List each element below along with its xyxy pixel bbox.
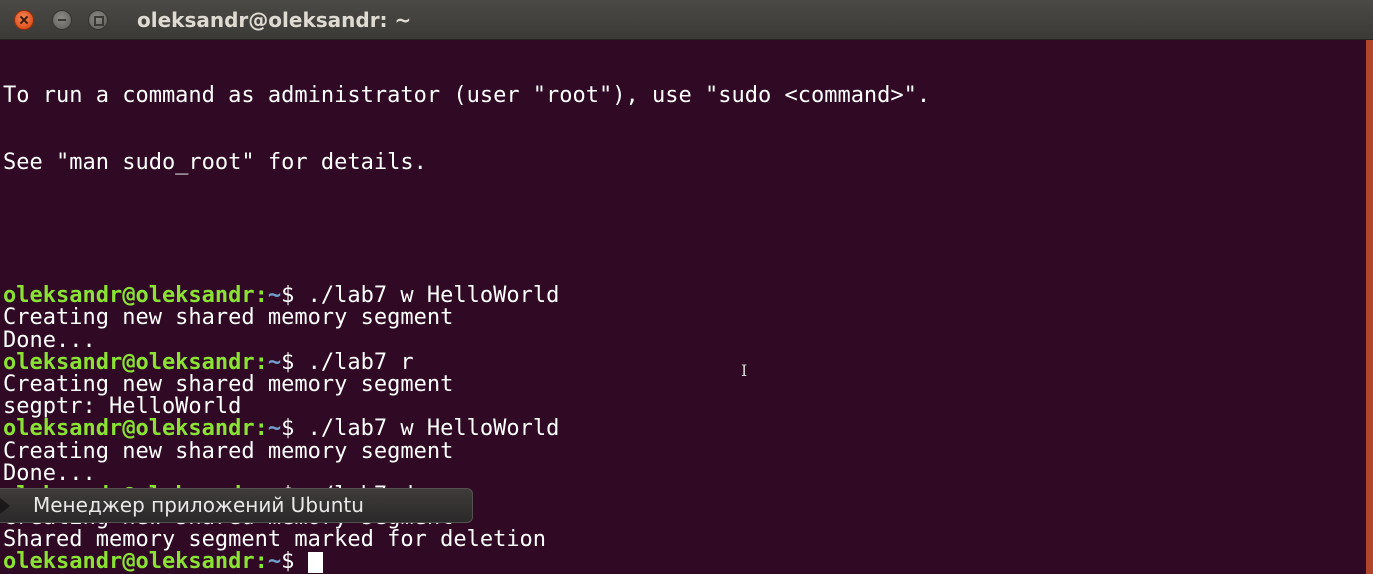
intro-line: To run a command as administrator (user …	[3, 83, 931, 109]
command-text: ./lab7 w HelloWorld	[307, 416, 560, 442]
close-icon[interactable]	[14, 10, 34, 30]
prompt-separator: :	[254, 416, 268, 442]
prompt-line: oleksandr@oleksandr:~$ ./lab7 r	[3, 349, 930, 375]
prompt-user: oleksandr@oleksandr	[3, 549, 255, 574]
prompt-symbol: $	[281, 549, 308, 574]
prompt-user: oleksandr@oleksandr	[3, 416, 255, 442]
output-line: Creating new shared memory segment	[3, 371, 454, 397]
text-cursor	[307, 552, 323, 574]
window-title: oleksandr@oleksandr: ~	[137, 8, 412, 32]
prompt-separator: :	[254, 349, 268, 375]
prompt-symbol: $	[281, 416, 308, 442]
maximize-icon[interactable]	[88, 10, 108, 30]
output-line: Done...	[3, 327, 96, 353]
prompt-path: ~	[267, 349, 282, 375]
command-text: ./lab7 r	[307, 349, 414, 375]
minimize-icon[interactable]	[52, 10, 72, 30]
window-edge	[1366, 40, 1373, 574]
prompt-path: ~	[267, 549, 282, 574]
prompt-user: oleksandr@oleksandr	[3, 349, 255, 375]
intro-line: See "man sudo_root" for details.	[3, 150, 427, 175]
terminal-window: oleksandr@oleksandr: ~ To run a command …	[0, 0, 1373, 574]
output-line: Shared memory segment marked for deletio…	[3, 527, 547, 553]
prompt-separator: :	[254, 549, 268, 574]
title-bar[interactable]: oleksandr@oleksandr: ~	[0, 0, 1373, 40]
output-line: segptr: HelloWorld	[3, 394, 242, 420]
launcher-tooltip: Менеджер приложений Ubuntu	[0, 488, 473, 523]
output-line: Creating new shared memory segment	[3, 438, 454, 464]
prompt-symbol: $	[281, 349, 308, 375]
output-line: Creating new shared memory segment	[3, 305, 454, 331]
prompt-line: oleksandr@oleksandr:~$ ./lab7 w HelloWor…	[3, 418, 930, 440]
prompt-line: oleksandr@oleksandr:~$	[3, 549, 930, 574]
i-beam-icon: I	[741, 361, 748, 380]
prompt-line: oleksandr@oleksandr:~$ ./lab7 w HelloWor…	[3, 285, 930, 307]
prompt-path: ~	[267, 416, 282, 442]
output-line: Done...	[3, 460, 96, 486]
